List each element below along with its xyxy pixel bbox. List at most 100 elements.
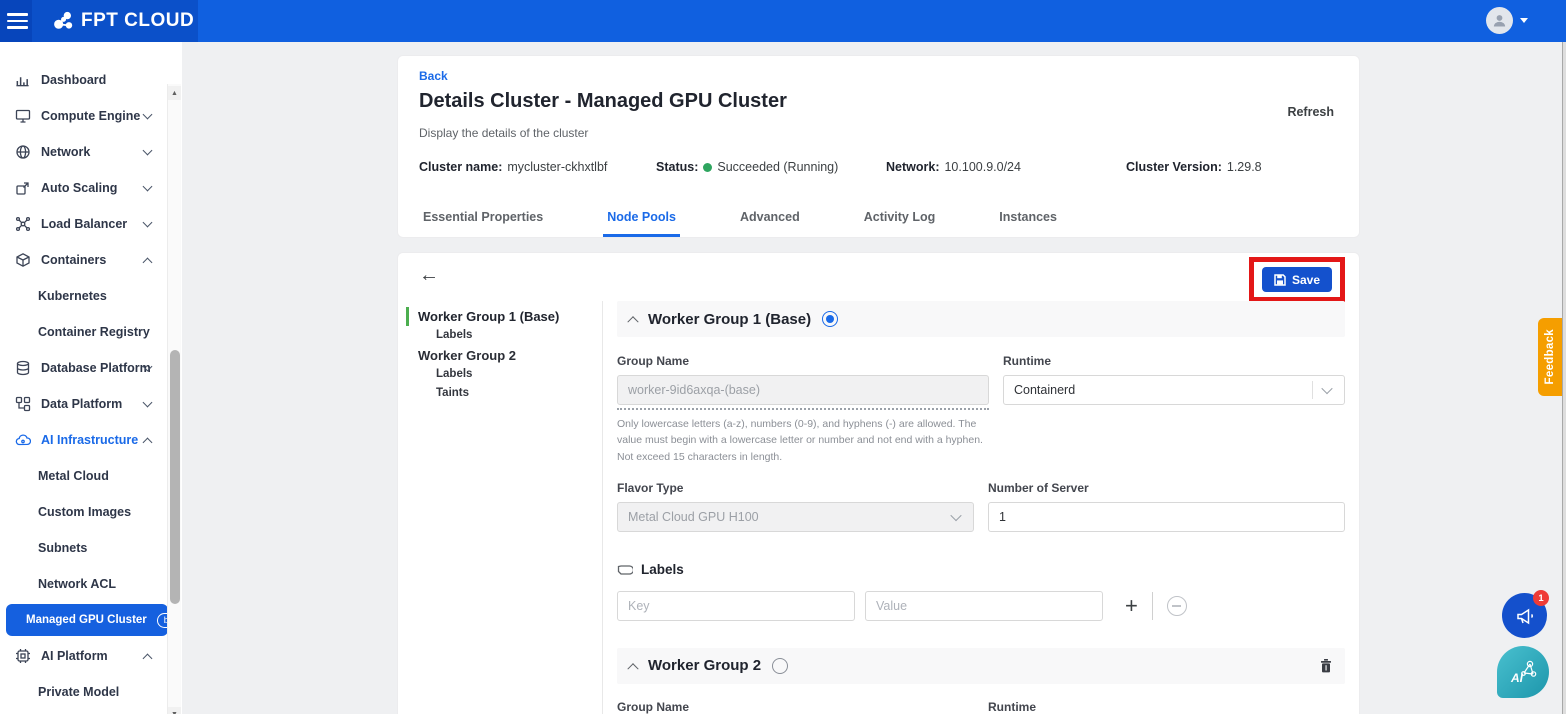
- compute-engine-icon: [14, 108, 31, 125]
- group-name-input[interactable]: [617, 375, 989, 405]
- sidebar-item-private-model[interactable]: Private Model: [0, 674, 167, 710]
- ai-network-icon: AI: [1506, 655, 1540, 689]
- status-dot: [703, 163, 712, 172]
- database-icon: [14, 360, 31, 377]
- ai-infrastructure-icon: [14, 432, 31, 449]
- sidebar-item-network-acl[interactable]: Network ACL: [0, 566, 167, 602]
- sidebar-item-kubernetes[interactable]: Kubernetes: [0, 278, 167, 314]
- node-pools-body: Worker Group 1 (Base) Labels Worker Grou…: [406, 301, 1347, 714]
- tree-item-group2-labels[interactable]: Labels: [406, 365, 602, 384]
- node-pools-card: ← Save Worker Group 1 (Base) Labels Work…: [397, 252, 1360, 714]
- refresh-button[interactable]: Refresh: [1287, 105, 1334, 119]
- sidebar-item-network[interactable]: Network: [0, 134, 167, 170]
- notification-badge: 1: [1533, 590, 1549, 606]
- load-balancer-icon: [14, 216, 31, 233]
- logo-text: FPT CLOUD: [81, 10, 194, 32]
- cluster-name: Cluster name: mycluster-ckhxtlbf: [419, 160, 607, 174]
- floppy-disk-icon: [1274, 274, 1286, 286]
- user-menu-button[interactable]: [1486, 7, 1528, 34]
- sidebar-item-metal-cloud[interactable]: Metal Cloud: [0, 458, 167, 494]
- sidebar-item-database-platform[interactable]: Database Platform: [0, 350, 167, 386]
- delete-worker-group-icon[interactable]: [1319, 658, 1333, 673]
- dotted-underline: [617, 408, 989, 410]
- sidebar-item-ai-platform[interactable]: AI Platform: [0, 638, 167, 674]
- add-label-button[interactable]: +: [1125, 596, 1138, 616]
- fpt-cloud-logo: FPT CLOUD: [50, 0, 194, 42]
- sidebar-vertical-scrollbar[interactable]: ▲ ▼: [167, 84, 181, 714]
- kv-divider: [1152, 592, 1153, 620]
- tab-activity-log[interactable]: Activity Log: [860, 201, 940, 237]
- chevron-down-icon: [143, 218, 153, 228]
- scroll-up-button[interactable]: ▲: [168, 86, 181, 100]
- collapse-caret-icon[interactable]: [627, 316, 638, 327]
- remove-label-button[interactable]: [1167, 596, 1187, 616]
- menu-hamburger-icon[interactable]: [7, 10, 33, 32]
- svg-text:AI: AI: [1510, 671, 1524, 685]
- sidebar: Dashboard Compute Engine Network Auto Sc…: [0, 42, 182, 714]
- chevron-down-icon: [143, 110, 153, 120]
- back-link[interactable]: Back: [419, 69, 448, 83]
- worker-group-2-header: Worker Group 2: [617, 648, 1345, 684]
- save-button[interactable]: Save: [1262, 267, 1332, 292]
- cluster-header-card: Back Details Cluster - Managed GPU Clust…: [397, 55, 1360, 238]
- announcements-button[interactable]: 1: [1502, 593, 1547, 638]
- chevron-up-icon: [143, 654, 153, 664]
- feedback-tab[interactable]: Feedback: [1538, 318, 1562, 396]
- sidebar-item-compute-engine[interactable]: Compute Engine: [0, 98, 167, 134]
- save-annotation-highlight: Save: [1249, 257, 1345, 302]
- label-value-input[interactable]: [865, 591, 1103, 621]
- cluster-info-row: Cluster name: mycluster-ckhxtlbf Status:…: [398, 160, 1359, 178]
- tab-node-pools[interactable]: Node Pools: [603, 201, 680, 237]
- data-platform-icon: [14, 396, 31, 413]
- sidebar-item-ai-infrastructure[interactable]: AI Infrastructure: [0, 422, 167, 458]
- sidebar-item-load-balancer[interactable]: Load Balancer: [0, 206, 167, 242]
- collapse-caret-icon[interactable]: [627, 663, 638, 674]
- group2-name-label: Group Name: [617, 700, 974, 714]
- flavor-type-select[interactable]: Metal Cloud GPU H100: [617, 502, 974, 532]
- scroll-down-button[interactable]: ▼: [168, 707, 181, 714]
- tab-instances[interactable]: Instances: [995, 201, 1061, 237]
- sidebar-item-custom-images[interactable]: Custom Images: [0, 494, 167, 530]
- flavor-type-label: Flavor Type: [617, 481, 974, 495]
- sidebar-item-dashboard[interactable]: Dashboard: [0, 62, 167, 98]
- label-key-value-row: +: [617, 591, 1345, 621]
- avatar: [1486, 7, 1513, 34]
- ai-assistant-button[interactable]: AI: [1497, 646, 1549, 698]
- worker-group-form: Worker Group 1 (Base) Group Name Only lo…: [603, 301, 1347, 714]
- chevron-up-icon: [143, 438, 153, 448]
- tab-bar: Essential Properties Node Pools Advanced…: [419, 201, 1061, 237]
- tree-item-worker-group-2[interactable]: Worker Group 2: [406, 345, 602, 365]
- tab-essential-properties[interactable]: Essential Properties: [419, 201, 547, 237]
- worker-group-2-radio[interactable]: [772, 658, 788, 674]
- label-key-input[interactable]: [617, 591, 855, 621]
- tree-item-group1-labels[interactable]: Labels: [406, 326, 602, 345]
- chevron-down-icon: [143, 146, 153, 156]
- group-name-label: Group Name: [617, 354, 989, 368]
- sidebar-item-containers[interactable]: Containers: [0, 242, 167, 278]
- group2-runtime-field: Runtime: [988, 700, 1345, 714]
- sidebar-item-data-platform[interactable]: Data Platform: [0, 386, 167, 422]
- worker-group-1-radio[interactable]: [822, 311, 838, 327]
- sidebar-item-container-registry[interactable]: Container Registry: [0, 314, 167, 350]
- sidebar-item-auto-scaling[interactable]: Auto Scaling: [0, 170, 167, 206]
- vertical-scroll-thumb[interactable]: [170, 350, 180, 604]
- runtime-select[interactable]: Containerd: [1003, 375, 1345, 405]
- tree-item-worker-group-1[interactable]: Worker Group 1 (Base): [406, 307, 602, 326]
- person-icon: [1491, 12, 1508, 29]
- chevron-down-icon: [1321, 383, 1332, 394]
- labels-section-title: Labels: [641, 562, 684, 577]
- tag-icon: [617, 562, 633, 578]
- number-of-server-input[interactable]: [988, 502, 1345, 532]
- worker-group-tree: Worker Group 1 (Base) Labels Worker Grou…: [406, 301, 602, 714]
- app-window: FPT CLOUD Dashboard Compute Engine: [0, 0, 1566, 714]
- chevron-down-icon: [1520, 18, 1528, 23]
- tree-item-group2-taints[interactable]: Taints: [406, 384, 602, 403]
- back-arrow-icon[interactable]: ←: [419, 265, 439, 285]
- tab-advanced[interactable]: Advanced: [736, 201, 804, 237]
- runtime-field: Runtime Containerd: [1003, 354, 1345, 465]
- number-of-server-field: Number of Server: [988, 481, 1345, 532]
- number-of-server-label: Number of Server: [988, 481, 1345, 495]
- dashboard-icon: [14, 72, 31, 89]
- sidebar-item-subnets[interactable]: Subnets: [0, 530, 167, 566]
- sidebar-item-managed-gpu-cluster[interactable]: Managed GPU Cluster beta: [6, 604, 168, 636]
